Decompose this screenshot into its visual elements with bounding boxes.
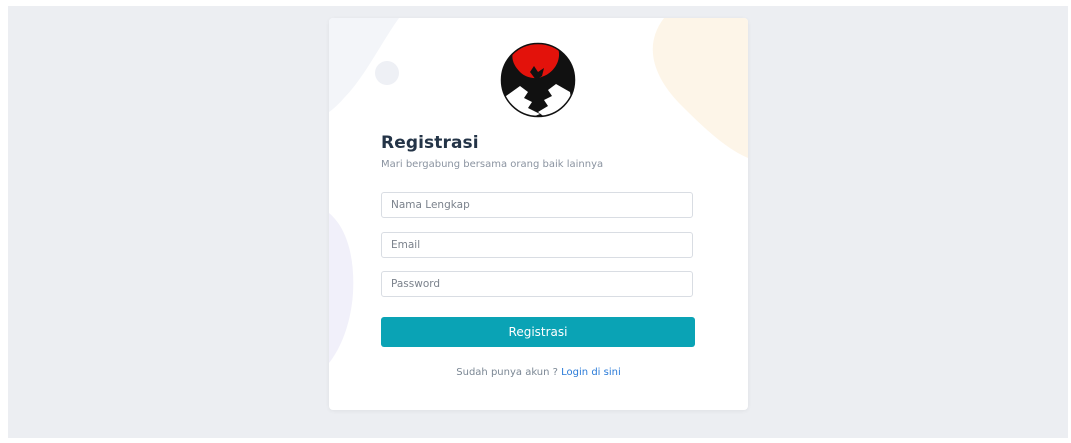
page-background: Registrasi Mari bergabung bersama orang … <box>8 6 1068 438</box>
password-field[interactable] <box>381 271 693 297</box>
register-button[interactable]: Registrasi <box>381 317 695 347</box>
registration-card: Registrasi Mari bergabung bersama orang … <box>329 18 748 410</box>
page-subtitle: Mari bergabung bersama orang baik lainny… <box>381 159 604 170</box>
helping-hands-logo-icon <box>500 42 576 118</box>
login-prompt-text: Sudah punya akun ? <box>456 367 558 378</box>
email-field[interactable] <box>381 232 693 258</box>
login-prompt: Sudah punya akun ? Login di sini <box>329 367 748 378</box>
page-title: Registrasi <box>381 133 479 153</box>
full-name-field[interactable] <box>381 192 693 218</box>
login-link[interactable]: Login di sini <box>561 367 621 378</box>
